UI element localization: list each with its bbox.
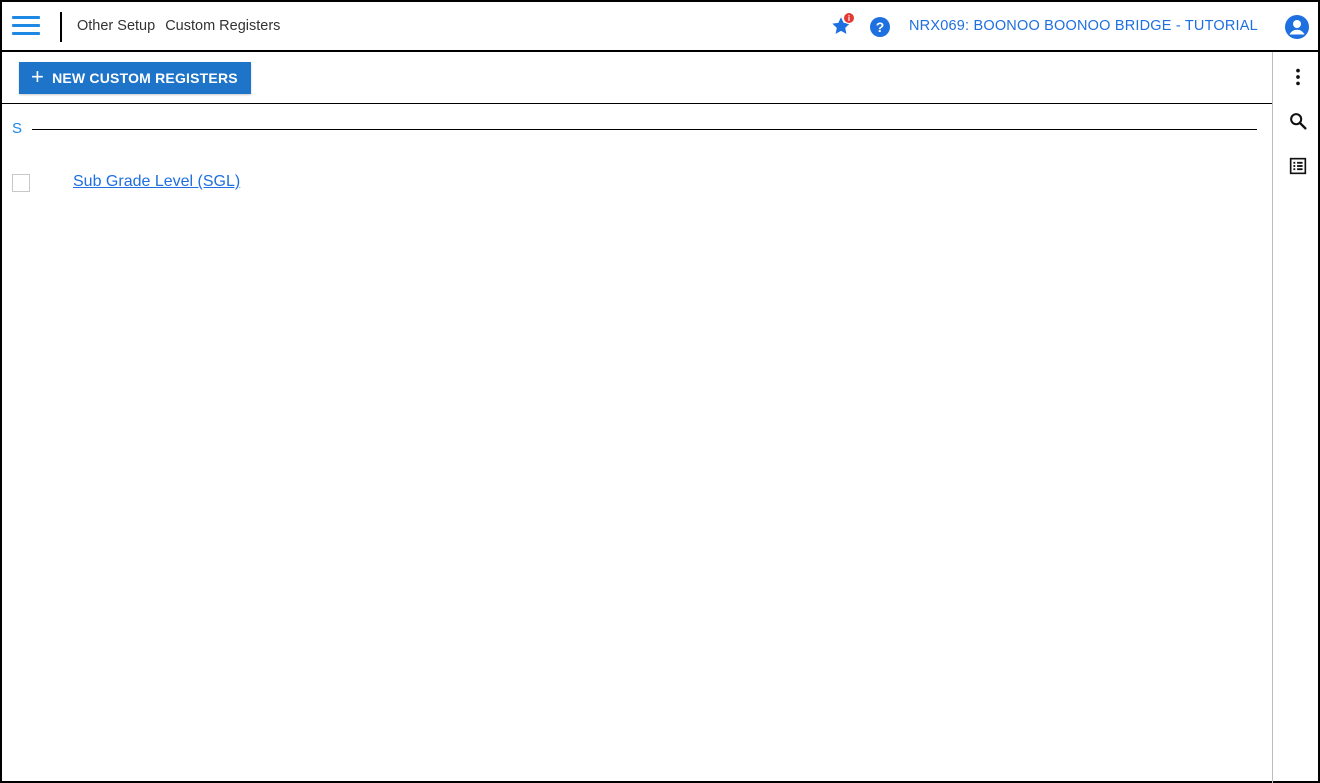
right-rail-divider [1272,52,1273,783]
breadcrumb-item-custom-registers: Custom Registers [165,18,281,34]
group-divider [32,129,1257,130]
list-view-icon[interactable] [1287,155,1309,177]
breadcrumb: Other Setup Custom Registers [77,18,280,34]
top-header: Other Setup Custom Registers i ? NRX069:… [2,2,1318,52]
organization-title[interactable]: NRX069: BOONOO BOONOO BRIDGE - TUTORIAL [909,18,1258,34]
notification-badge: i [843,12,855,24]
favorites-button[interactable]: i [830,12,856,39]
toolbar: + NEW CUSTOM REGISTERS [2,52,1272,104]
hamburger-menu-icon[interactable] [12,15,42,37]
user-account-icon[interactable] [1285,15,1309,39]
breadcrumb-item-other-setup[interactable]: Other Setup [77,18,155,34]
custom-register-link[interactable]: Sub Grade Level (SGL) [73,173,240,191]
plus-icon: + [31,64,45,89]
search-icon[interactable] [1287,110,1309,132]
help-icon[interactable]: ? [870,17,890,37]
group-letter-heading: S [12,120,23,137]
more-vertical-icon[interactable] [1287,66,1309,88]
new-button-label: NEW CUSTOM REGISTERS [52,70,238,86]
item-checkbox[interactable] [12,174,30,192]
header-divider [60,12,62,42]
new-custom-registers-button[interactable]: + NEW CUSTOM REGISTERS [19,62,251,94]
app-frame: Other Setup Custom Registers i ? NRX069:… [0,0,1320,783]
